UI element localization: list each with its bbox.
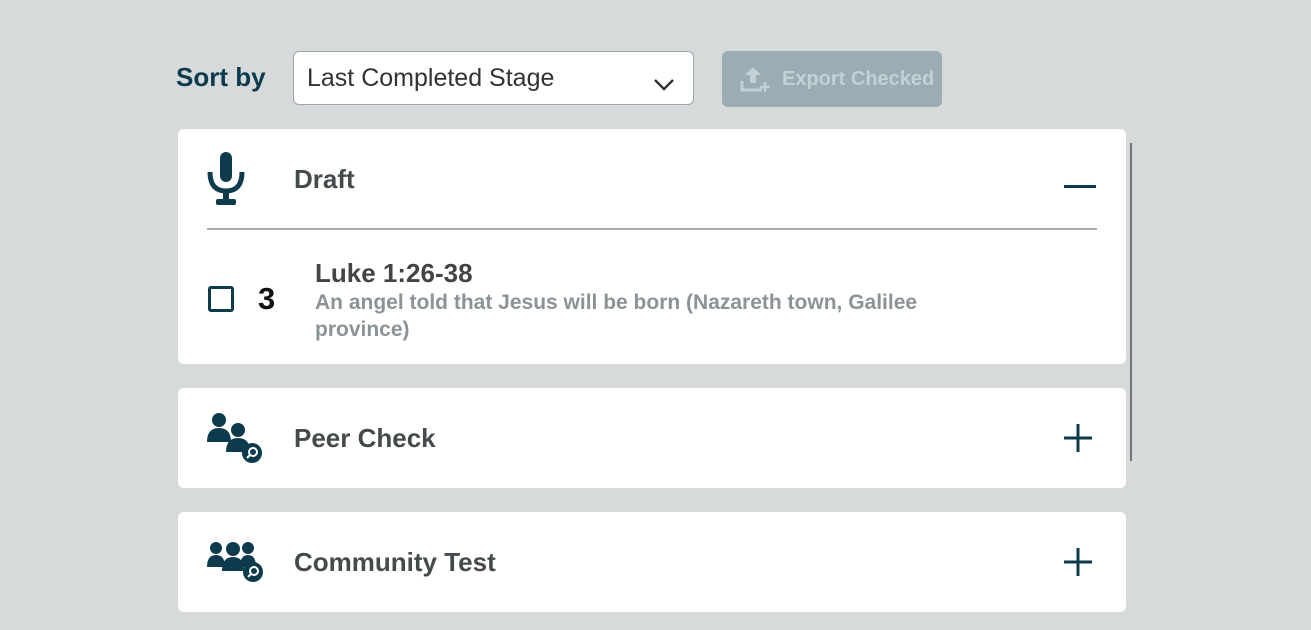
stage-panel-peer-check[interactable]: Peer Check	[178, 388, 1126, 488]
stage-title-community-test: Community Test	[294, 547, 496, 577]
sort-by-dropdown[interactable]: Last Completed Stage	[293, 51, 694, 105]
stage-title-draft: Draft	[294, 164, 355, 194]
stage-panel-draft: Draft 3 Luke 1:26-38 An angel told that …	[178, 129, 1126, 364]
chevron-down-icon	[653, 70, 675, 99]
sort-label: Sort by	[176, 62, 266, 92]
collapse-icon[interactable]	[1064, 176, 1096, 194]
stage-panel-community-test[interactable]: Community Test	[178, 512, 1126, 612]
divider	[207, 228, 1097, 230]
stage-header-draft[interactable]: Draft	[178, 129, 1126, 229]
item-number: 3	[258, 281, 276, 316]
item-checkbox[interactable]	[208, 286, 234, 312]
community-test-icon	[207, 541, 265, 588]
expand-icon[interactable]	[1064, 548, 1092, 581]
peer-check-icon	[207, 412, 265, 469]
export-checked-button[interactable]: Export Checked	[722, 51, 942, 107]
item-description: An angel told that Jesus will be born (N…	[315, 291, 918, 341]
expand-icon[interactable]	[1064, 424, 1092, 457]
export-icon	[740, 64, 772, 94]
scrollbar[interactable]	[1130, 143, 1132, 461]
stage-title-peer-check: Peer Check	[294, 423, 436, 453]
sort-selected-value: Last Completed Stage	[307, 63, 555, 92]
export-label: Export Checked	[782, 67, 935, 90]
microphone-icon	[206, 150, 250, 211]
item-reference[interactable]: Luke 1:26-38	[315, 258, 473, 289]
